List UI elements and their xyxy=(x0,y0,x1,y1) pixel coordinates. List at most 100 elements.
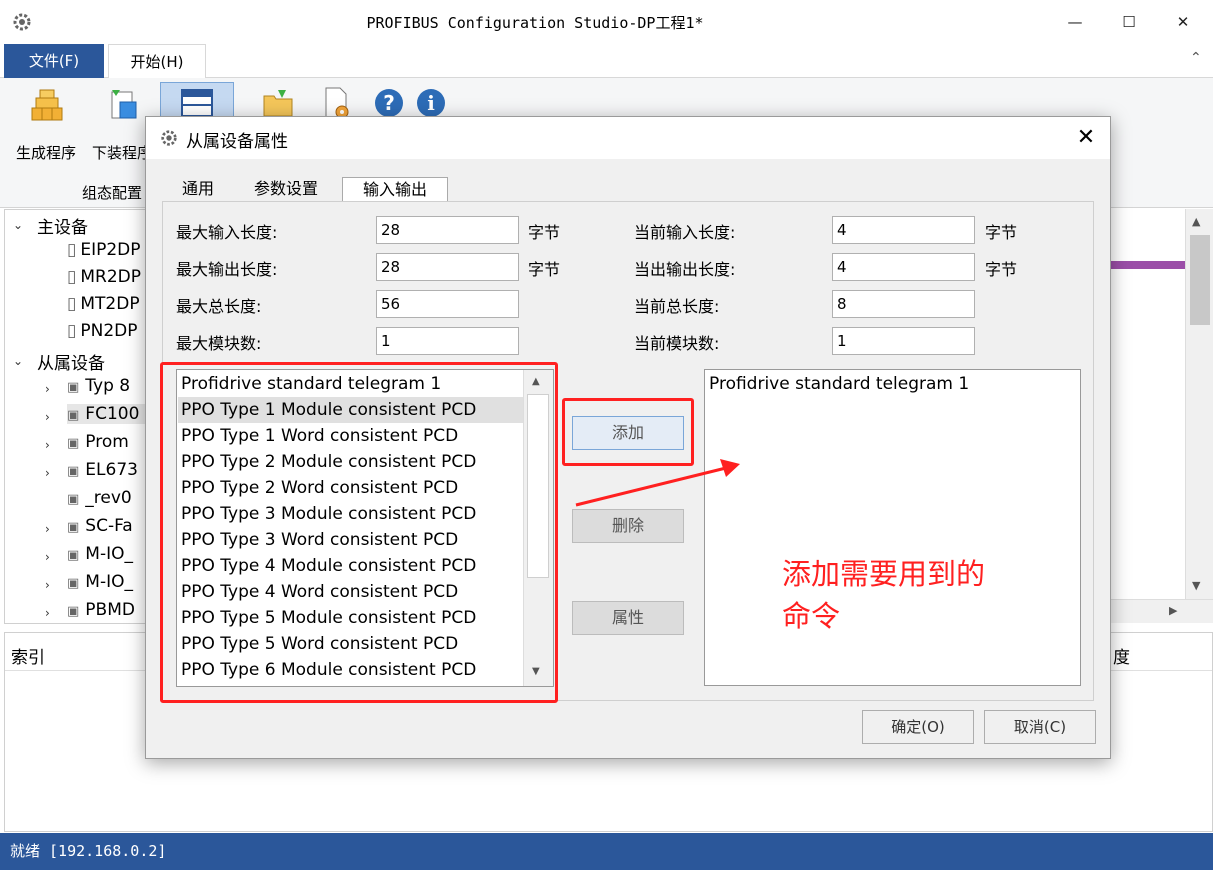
ok-button[interactable]: 确定(O) xyxy=(862,710,974,744)
tree-item-label: PN2DP xyxy=(80,321,138,341)
annotation-line: 命令 xyxy=(782,599,841,633)
tree-slave-header[interactable]: 从属设备 xyxy=(37,349,105,374)
slave-device-icon: ▣ xyxy=(67,520,80,535)
device-icon: ▯ xyxy=(67,321,77,341)
config-view-button[interactable] xyxy=(160,82,234,120)
tree-item-slave[interactable]: ▣ Prom xyxy=(67,432,129,452)
window-title: PROFIBUS Configuration Studio-DP工程1* xyxy=(366,14,704,32)
cancel-button[interactable]: 取消(C) xyxy=(984,710,1096,744)
chevron-right-icon[interactable]: › xyxy=(45,466,50,480)
tree-item-master[interactable]: ▯ PN2DP xyxy=(67,321,138,341)
delete-button[interactable]: 删除 xyxy=(572,509,684,543)
dialog-title-bar: 从属设备属性 ✕ xyxy=(146,117,1110,159)
chevron-down-icon[interactable]: ⌄ xyxy=(13,354,23,368)
tree-item-label: PBMD xyxy=(85,600,135,620)
ribbon-collapse-icon[interactable]: ⌃ xyxy=(1190,50,1202,66)
svg-text:?: ? xyxy=(383,91,395,115)
tree-item-slave[interactable]: ▣ SC-Fa xyxy=(67,516,133,536)
configured-modules-list[interactable]: Profidrive standard telegram 1 xyxy=(704,369,1081,686)
slave-device-icon: ▣ xyxy=(67,492,80,507)
scroll-up-icon[interactable]: ▲ xyxy=(1192,215,1200,228)
tree-master-header[interactable]: 主设备 xyxy=(37,213,88,238)
bus-line xyxy=(1111,261,1185,269)
chevron-right-icon[interactable]: › xyxy=(45,522,50,536)
tab-general[interactable]: 通用 xyxy=(176,177,220,201)
close-window-button[interactable]: ✕ xyxy=(1160,8,1206,36)
properties-button[interactable]: 属性 xyxy=(572,601,684,635)
tree-item-slave[interactable]: ▣ M-IO_ xyxy=(67,572,133,592)
tree-item-label: FC100 xyxy=(85,404,140,424)
tree-item-master[interactable]: ▯ EIP2DP xyxy=(67,240,141,260)
chevron-down-icon[interactable]: ⌄ xyxy=(13,218,23,232)
unit-label: 字节 xyxy=(985,223,1018,242)
layout-view-icon xyxy=(181,89,213,117)
max-input-field[interactable]: 28 xyxy=(376,216,519,244)
tab-input-output[interactable]: 输入输出 xyxy=(342,177,448,201)
canvas-panel: ▲ ▼ ▶ xyxy=(1110,209,1213,624)
chevron-right-icon[interactable]: › xyxy=(45,578,50,592)
maximize-button[interactable]: ☐ xyxy=(1106,8,1152,36)
list-item[interactable]: Profidrive standard telegram 1 xyxy=(709,371,969,397)
cur-total-field[interactable]: 8 xyxy=(832,290,975,318)
scroll-right-icon[interactable]: ▶ xyxy=(1169,604,1177,617)
device-icon: ▯ xyxy=(67,294,77,314)
tree-item-slave[interactable]: ▣ EL673 xyxy=(67,460,138,480)
scroll-thumb[interactable] xyxy=(1190,235,1210,325)
device-tree: ⌄ 主设备 ▯ EIP2DP ▯ MR2DP ▯ MT2DP ▯ PN2DP ⌄ 从属设… xyxy=(4,209,164,624)
highlight-box-list xyxy=(160,362,558,703)
cur-modules-field[interactable]: 1 xyxy=(832,327,975,355)
slave-device-icon: ▣ xyxy=(67,408,80,423)
max-output-label: 最大输出长度: xyxy=(176,260,278,279)
chevron-right-icon[interactable]: › xyxy=(45,606,50,620)
chevron-right-icon[interactable]: › xyxy=(45,550,50,564)
minimize-button[interactable]: — xyxy=(1052,8,1098,36)
tree-item-slave[interactable]: ▣ FC100 xyxy=(67,404,148,424)
column-length-label: 度 xyxy=(1113,648,1130,668)
tree-item-master[interactable]: ▯ MT2DP xyxy=(67,294,140,314)
dialog-close-button[interactable]: ✕ xyxy=(1070,123,1102,153)
info-icon[interactable]: i xyxy=(416,88,446,118)
tree-item-label: MT2DP xyxy=(80,294,140,314)
build-program-button[interactable]: 生成程序 xyxy=(12,84,84,174)
tree-item-slave[interactable]: ▣ M-IO_ xyxy=(67,544,133,564)
cur-output-field[interactable]: 4 xyxy=(832,253,975,281)
annotation-line: 添加需要用到的 xyxy=(782,557,986,591)
build-program-icon xyxy=(31,89,63,121)
slave-device-icon: ▣ xyxy=(67,604,80,619)
open-folder-icon[interactable] xyxy=(262,88,294,118)
annotation-arrow xyxy=(575,459,740,507)
dialog-gear-icon xyxy=(161,130,177,146)
slave-device-icon: ▣ xyxy=(67,548,80,563)
tree-item-label: SC-Fa xyxy=(85,516,133,536)
slave-device-icon: ▣ xyxy=(67,436,80,451)
tree-item-slave[interactable]: ▣ _rev0 xyxy=(67,488,132,508)
max-total-field[interactable]: 56 xyxy=(376,290,519,318)
cur-output-label: 当出输出长度: xyxy=(634,260,736,279)
tree-item-label: M-IO_ xyxy=(85,544,133,564)
chevron-right-icon[interactable]: › xyxy=(45,382,50,396)
ribbon-group-label: 组态配置 xyxy=(82,184,143,202)
tree-item-slave[interactable]: ▣ PBMD xyxy=(67,600,135,620)
help-icon[interactable]: ? xyxy=(374,88,404,118)
slave-device-icon: ▣ xyxy=(67,464,80,479)
max-output-field[interactable]: 28 xyxy=(376,253,519,281)
slave-device-icon: ▣ xyxy=(67,576,80,591)
max-modules-field[interactable]: 1 xyxy=(376,327,519,355)
unit-label: 字节 xyxy=(985,260,1018,279)
dialog-title: 从属设备属性 xyxy=(186,132,288,152)
build-program-label: 生成程序 xyxy=(16,144,77,162)
scroll-down-icon[interactable]: ▼ xyxy=(1192,579,1200,592)
chevron-right-icon[interactable]: › xyxy=(45,438,50,452)
tree-item-label: Prom xyxy=(85,432,129,452)
tab-file[interactable]: 文件(F) xyxy=(4,44,104,78)
vertical-scrollbar[interactable]: ▲ ▼ xyxy=(1185,209,1213,599)
cur-input-field[interactable]: 4 xyxy=(832,216,975,244)
tree-item-master[interactable]: ▯ MR2DP xyxy=(67,267,141,287)
document-settings-icon[interactable] xyxy=(322,86,352,120)
tab-parameters[interactable]: 参数设置 xyxy=(246,177,326,201)
tree-item-slave[interactable]: ▣ Typ 8 xyxy=(67,376,130,396)
tab-start[interactable]: 开始(H) xyxy=(108,44,206,79)
column-index-label: 索引 xyxy=(11,648,45,668)
horizontal-scrollbar[interactable]: ▶ xyxy=(1111,599,1213,623)
chevron-right-icon[interactable]: › xyxy=(45,410,50,424)
